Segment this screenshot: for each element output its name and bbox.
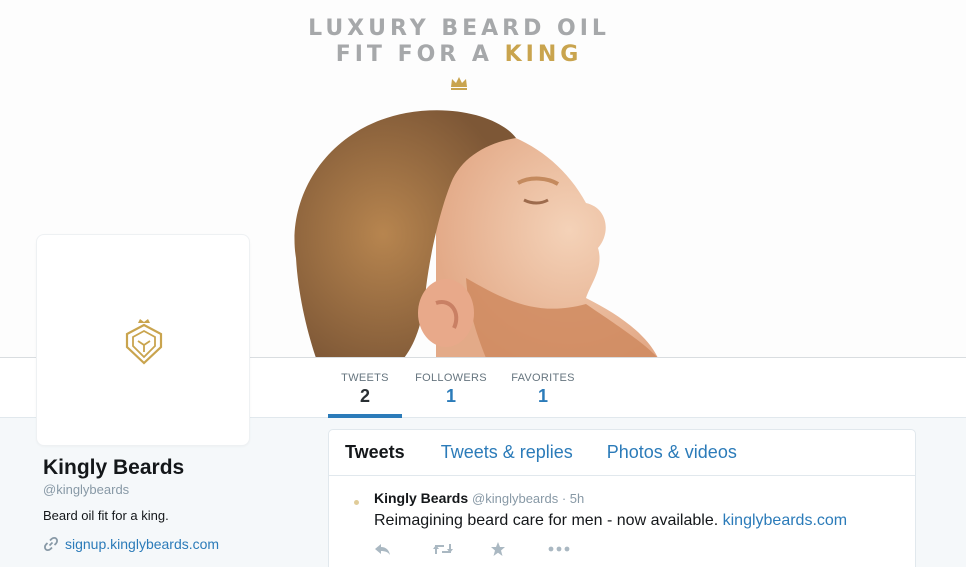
followers-stat[interactable]: FOLLOWERS 1 xyxy=(412,372,490,407)
more-icon[interactable] xyxy=(548,539,606,559)
tab-tweets[interactable]: Tweets xyxy=(345,442,405,463)
profile-avatar[interactable] xyxy=(36,234,250,446)
tweets-stat[interactable]: TWEETS 2 xyxy=(328,372,402,418)
followers-stat-value: 1 xyxy=(445,386,456,406)
profile-website: signup.kinglybeards.com xyxy=(43,536,219,552)
tweet-timeline: Tweets Tweets & replies Photos & videos … xyxy=(328,429,916,567)
crown-icon xyxy=(451,77,467,90)
tweet-actions xyxy=(374,539,606,559)
lion-crest-icon xyxy=(125,319,163,365)
tweet-header: Kingly Beards @kinglybeards · 5h xyxy=(374,490,584,506)
tweet-avatar-dot xyxy=(354,500,359,505)
tweet-timestamp[interactable]: 5h xyxy=(570,491,584,506)
tweet-text: Reimagining beard care for men - now ava… xyxy=(374,512,847,530)
favorites-stat[interactable]: FAVORITES 1 xyxy=(508,372,578,407)
favorite-icon[interactable] xyxy=(490,539,548,559)
tweet-link[interactable]: kinglybeards.com xyxy=(723,512,848,529)
banner-subheadline: FIT FOR A KING xyxy=(0,42,918,67)
reply-icon[interactable] xyxy=(374,539,432,559)
tweet-body: Reimagining beard care for men - now ava… xyxy=(374,512,723,529)
tweet-item[interactable]: Kingly Beards @kinglybeards · 5h Reimagi… xyxy=(329,476,915,567)
link-icon xyxy=(44,537,58,551)
profile-name[interactable]: Kingly Beards xyxy=(43,456,184,480)
tweets-stat-label: TWEETS xyxy=(341,372,389,384)
profile-handle[interactable]: @kinglybeards xyxy=(43,482,129,497)
banner-headline: LUXURY BEARD OIL xyxy=(308,16,610,41)
retweet-icon[interactable] xyxy=(432,539,490,559)
profile-bio: Beard oil fit for a king. xyxy=(43,508,169,523)
favorites-stat-label: FAVORITES xyxy=(511,372,575,384)
tab-photos-videos[interactable]: Photos & videos xyxy=(607,442,737,463)
banner-subheadline-prefix: FIT FOR A xyxy=(335,42,505,67)
followers-stat-label: FOLLOWERS xyxy=(415,372,487,384)
tab-tweets-replies[interactable]: Tweets & replies xyxy=(441,442,573,463)
banner-portrait-image xyxy=(294,110,658,357)
tweet-handle[interactable]: @kinglybeards xyxy=(472,491,558,506)
tweet-author[interactable]: Kingly Beards xyxy=(374,490,468,506)
favorites-stat-value: 1 xyxy=(537,386,548,406)
tweets-stat-value: 2 xyxy=(359,386,370,406)
tweet-separator: · xyxy=(558,491,570,506)
banner-subheadline-highlight: KING xyxy=(504,42,583,67)
timeline-tabs: Tweets Tweets & replies Photos & videos xyxy=(329,430,915,476)
profile-website-link[interactable]: signup.kinglybeards.com xyxy=(65,536,219,552)
